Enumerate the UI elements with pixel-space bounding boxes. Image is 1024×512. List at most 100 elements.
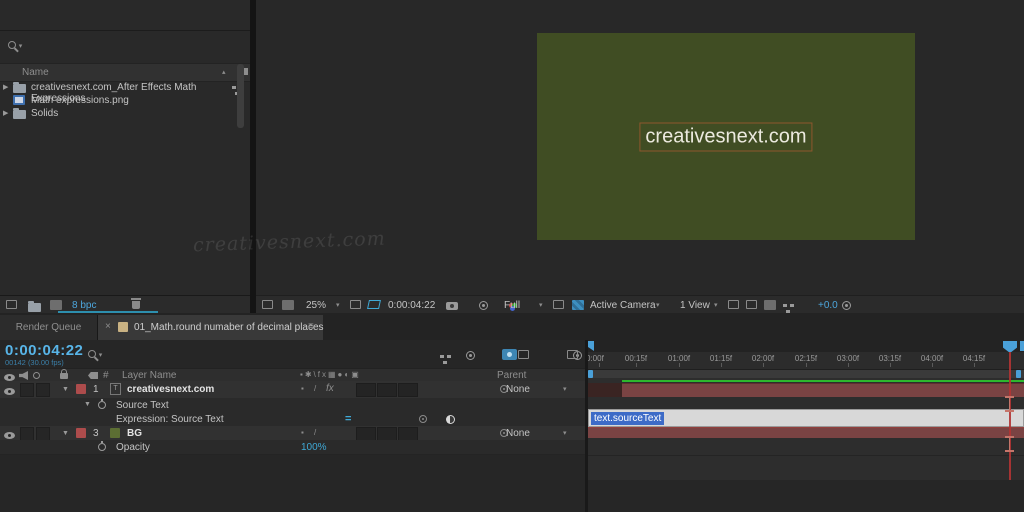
frame-blending-icon[interactable] <box>518 350 529 359</box>
bit-depth-label[interactable]: 8 bpc <box>72 300 96 311</box>
audio-cell[interactable] <box>20 427 34 441</box>
layer-name[interactable]: creativesnext.com <box>127 384 214 395</box>
work-area-start-marker[interactable] <box>588 341 594 351</box>
work-area-bar[interactable] <box>588 370 1024 378</box>
switch-cell[interactable] <box>377 427 397 441</box>
composition-viewer[interactable]: creativesnext.com <box>537 33 915 240</box>
camera-view-value[interactable]: Active Camera <box>590 300 656 311</box>
chevron-down-icon[interactable]: ▾ <box>539 301 543 309</box>
disclosure-icon[interactable]: ▼ <box>62 386 69 393</box>
property-row-expression[interactable]: Expression: Source Text = <box>0 412 585 426</box>
property-row-source-text[interactable]: ▼ Source Text <box>0 398 585 412</box>
preview-timecode[interactable]: 0:00:04:22 <box>388 300 435 311</box>
project-search-input[interactable]: ▾ <box>8 40 22 51</box>
expression-editor-field[interactable]: text.sourceText <box>588 409 1024 427</box>
column-name[interactable]: Name <box>22 67 49 78</box>
comp-marker-strip[interactable] <box>588 340 1024 353</box>
label-color-swatch[interactable] <box>76 428 86 438</box>
disclosure-icon[interactable]: ▼ <box>62 430 69 437</box>
parent-dropdown[interactable]: None <box>506 428 530 439</box>
exposure-value[interactable]: +0.0 <box>818 300 838 311</box>
shy-switch-icon[interactable]: ▪ <box>301 384 304 393</box>
layer-bar-bg[interactable] <box>588 427 1024 438</box>
disclosure-icon[interactable]: ▼ <box>84 401 91 408</box>
title-action-safe-icon[interactable] <box>728 300 739 309</box>
solid-color-swatch[interactable] <box>110 428 120 438</box>
chevron-down-icon[interactable]: ▾ <box>563 385 567 393</box>
fast-previews-icon[interactable] <box>553 300 564 309</box>
chevron-down-icon[interactable]: ▾ <box>563 429 567 437</box>
close-icon[interactable]: × <box>105 321 111 332</box>
timeline-search-input[interactable]: ▾ <box>88 349 102 360</box>
exposure-reset-icon[interactable] <box>842 300 852 310</box>
stopwatch-icon[interactable] <box>98 441 106 452</box>
opacity-value[interactable]: 100% <box>301 442 327 453</box>
current-timecode[interactable]: 0:00:04:22 <box>5 342 83 359</box>
switch-cell[interactable] <box>398 427 418 441</box>
stopwatch-icon[interactable] <box>98 399 106 410</box>
label-color-swatch[interactable] <box>76 384 86 394</box>
layer-name[interactable]: BG <box>127 428 142 439</box>
layer-row-creativesnext[interactable]: ▼ 1 T creativesnext.com ▪ / fx None ▾ <box>0 381 585 398</box>
draft-3d-icon[interactable] <box>466 351 475 360</box>
mask-visibility-icon[interactable] <box>764 300 776 310</box>
show-snapshot-icon[interactable] <box>478 300 488 310</box>
scrollbar[interactable] <box>237 64 244 128</box>
quality-switch-icon[interactable]: / <box>314 428 316 437</box>
disclosure-icon[interactable]: ▶ <box>3 110 8 117</box>
switch-cell[interactable] <box>398 383 418 397</box>
expression-pickwhip-icon[interactable] <box>419 415 427 424</box>
project-item-folder[interactable]: ▶ creativesnext.com_After Effects Math E… <box>0 81 250 104</box>
chevron-down-icon[interactable]: ▾ <box>714 301 718 309</box>
magnify-region-icon[interactable] <box>746 300 757 309</box>
lock-cell[interactable] <box>36 427 50 441</box>
quality-switch-icon[interactable]: / <box>314 384 316 393</box>
time-ruler[interactable]: 0:00f 00:15f 01:00f 01:15f 02:00f 02:15f… <box>588 352 1024 370</box>
chevron-down-icon[interactable]: ▾ <box>656 301 660 309</box>
work-area-start-handle[interactable] <box>588 370 593 378</box>
sort-caret-icon[interactable]: ▴ <box>222 68 226 76</box>
property-name[interactable]: Source Text <box>116 400 169 411</box>
hide-shy-layers-icon[interactable] <box>501 349 517 360</box>
switch-cell[interactable] <box>356 383 376 397</box>
layer-row-bg[interactable]: ▼ 3 BG ▪ / None ▾ <box>0 426 585 441</box>
monitor-icon[interactable] <box>282 300 294 310</box>
resolution-value[interactable]: Full <box>504 300 520 311</box>
comp-text-layer[interactable]: creativesnext.com <box>639 122 813 151</box>
playhead-line[interactable] <box>1009 352 1011 480</box>
property-row-opacity[interactable]: Opacity 100% <box>0 440 585 454</box>
flowchart-icon[interactable] <box>783 304 787 307</box>
chevron-down-icon[interactable]: ▾ <box>336 301 340 309</box>
tab-render-queue[interactable]: Render Queue <box>0 315 98 340</box>
graph-editor-icon[interactable] <box>567 350 578 359</box>
switch-cell[interactable] <box>356 427 376 441</box>
project-item-footage[interactable]: Math expressions.png <box>0 94 250 107</box>
expression-enable-toggle[interactable]: = <box>345 413 351 425</box>
expression-graph-icon[interactable] <box>445 414 455 424</box>
transparency-grid-icon[interactable] <box>367 300 381 309</box>
eye-icon[interactable] <box>4 431 15 439</box>
new-composition-icon[interactable] <box>50 300 62 310</box>
view-layout-value[interactable]: 1 View <box>680 300 710 311</box>
lock-cell[interactable] <box>36 383 50 397</box>
transparency-toggle-icon[interactable] <box>572 300 584 310</box>
audio-cell[interactable] <box>20 383 34 397</box>
trash-icon[interactable] <box>130 298 141 309</box>
eye-icon[interactable] <box>4 387 15 395</box>
switch-cell[interactable] <box>377 383 397 397</box>
tab-comp-active[interactable]: × 01_Math.round numaber of decimal place… <box>98 315 324 340</box>
interpret-footage-icon[interactable] <box>6 300 17 309</box>
new-folder-icon[interactable] <box>28 301 41 312</box>
shy-switch-icon[interactable]: ▪ <box>301 428 304 437</box>
fx-switch-icon[interactable]: fx <box>326 383 334 394</box>
property-name[interactable]: Opacity <box>116 442 150 453</box>
tab-menu-icon[interactable]: ≡ <box>308 321 314 332</box>
disclosure-icon[interactable]: ▶ <box>3 84 8 91</box>
work-area-end-handle[interactable] <box>1016 370 1021 378</box>
expression-selected-text[interactable]: text.sourceText <box>591 412 665 425</box>
comp-mini-flowchart-icon[interactable] <box>440 355 444 358</box>
layer-bar-creativesnext[interactable] <box>622 383 1024 397</box>
project-item-solids[interactable]: ▶ Solids <box>0 107 250 120</box>
region-of-interest-icon[interactable] <box>350 300 361 309</box>
magnification-value[interactable]: 25% <box>306 300 326 311</box>
